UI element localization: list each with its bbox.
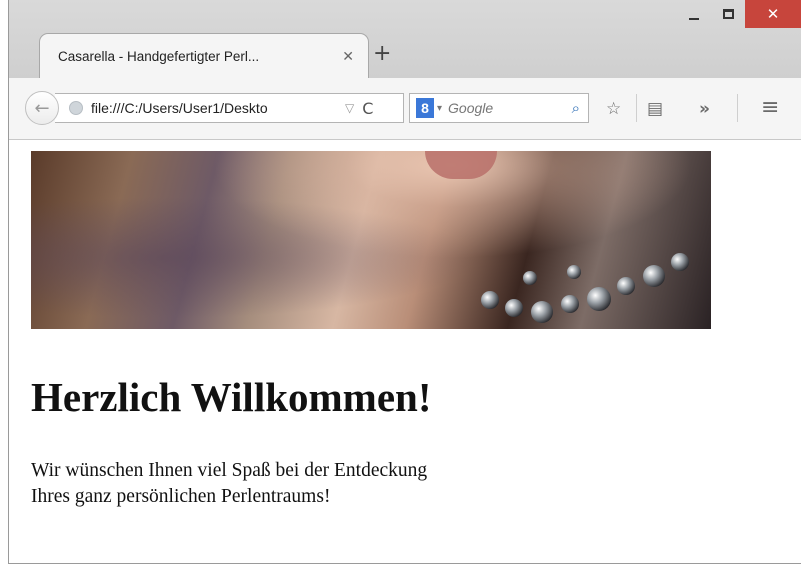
page-content: Herzlich Willkommen! Wir wünschen Ihnen … xyxy=(9,141,801,563)
toolbar-separator xyxy=(636,94,637,122)
necklace-bead xyxy=(531,301,553,323)
page-heading: Herzlich Willkommen! xyxy=(31,374,432,420)
toolbar-separator xyxy=(737,94,738,122)
tab-close-icon[interactable]: ✕ xyxy=(342,49,354,65)
search-engine-dropdown-icon[interactable]: ▾ xyxy=(437,103,442,114)
menu-hamburger-icon[interactable]: ≡ xyxy=(761,95,779,120)
magnifier-icon[interactable]: ⌕ xyxy=(572,99,580,117)
necklace-bead xyxy=(617,277,635,295)
close-window-button[interactable]: ✕ xyxy=(745,0,801,28)
overflow-chevron-icon[interactable]: » xyxy=(699,99,710,119)
browser-tab[interactable]: Casarella - Handgefertigter Perl... ✕ xyxy=(39,33,369,79)
maximize-button[interactable] xyxy=(711,0,745,28)
google-search-engine-icon[interactable]: 8 xyxy=(416,98,434,118)
hero-image-necklace xyxy=(471,251,711,329)
close-icon: ✕ xyxy=(766,5,780,23)
reading-list-icon[interactable]: ▤ xyxy=(647,99,663,119)
url-dropdown-icon[interactable]: ▽ xyxy=(345,101,354,115)
necklace-bead xyxy=(481,291,499,309)
necklace-bead xyxy=(505,299,523,317)
hero-banner-image xyxy=(31,151,711,329)
necklace-bead xyxy=(561,295,579,313)
welcome-paragraph-line-1: Wir wünschen Ihnen viel Spaß bei der Ent… xyxy=(31,460,428,481)
welcome-paragraph-line-2: Ihres ganz persönlichen Perlentraums! xyxy=(31,486,331,507)
welcome-paragraph: Wir wünschen Ihnen viel Spaß bei der Ent… xyxy=(31,458,551,510)
minimize-button[interactable] xyxy=(677,0,711,28)
necklace-bead xyxy=(671,253,689,271)
reload-icon[interactable]: C xyxy=(362,99,373,118)
browser-window: ✕ Casarella - Handgefertigter Perl... ✕ … xyxy=(8,0,801,564)
necklace-bead xyxy=(643,265,665,287)
title-bar: ✕ Casarella - Handgefertigter Perl... ✕ … xyxy=(9,0,801,79)
search-bar[interactable]: 8 ▾ Google ⌕ xyxy=(409,93,589,123)
globe-icon xyxy=(69,101,83,115)
navigation-toolbar: file:///C:/Users/User1/Deskto ▽ C ← 8 ▾ … xyxy=(9,78,801,140)
back-button[interactable]: ← xyxy=(25,91,59,125)
back-arrow-icon: ← xyxy=(34,97,50,119)
necklace-bead xyxy=(587,287,611,311)
tab-title: Casarella - Handgefertigter Perl... xyxy=(58,49,260,64)
bookmark-star-icon[interactable]: ☆ xyxy=(606,99,621,119)
window-controls: ✕ xyxy=(677,0,801,30)
search-input[interactable]: Google xyxy=(448,100,572,116)
new-tab-button[interactable]: + xyxy=(373,43,391,65)
maximize-icon xyxy=(722,9,734,19)
url-text[interactable]: file:///C:/Users/User1/Deskto xyxy=(91,100,339,116)
minimize-icon xyxy=(689,18,699,20)
necklace-bead xyxy=(567,265,581,279)
necklace-bead xyxy=(523,271,537,285)
address-bar[interactable]: file:///C:/Users/User1/Deskto ▽ C xyxy=(55,93,404,123)
